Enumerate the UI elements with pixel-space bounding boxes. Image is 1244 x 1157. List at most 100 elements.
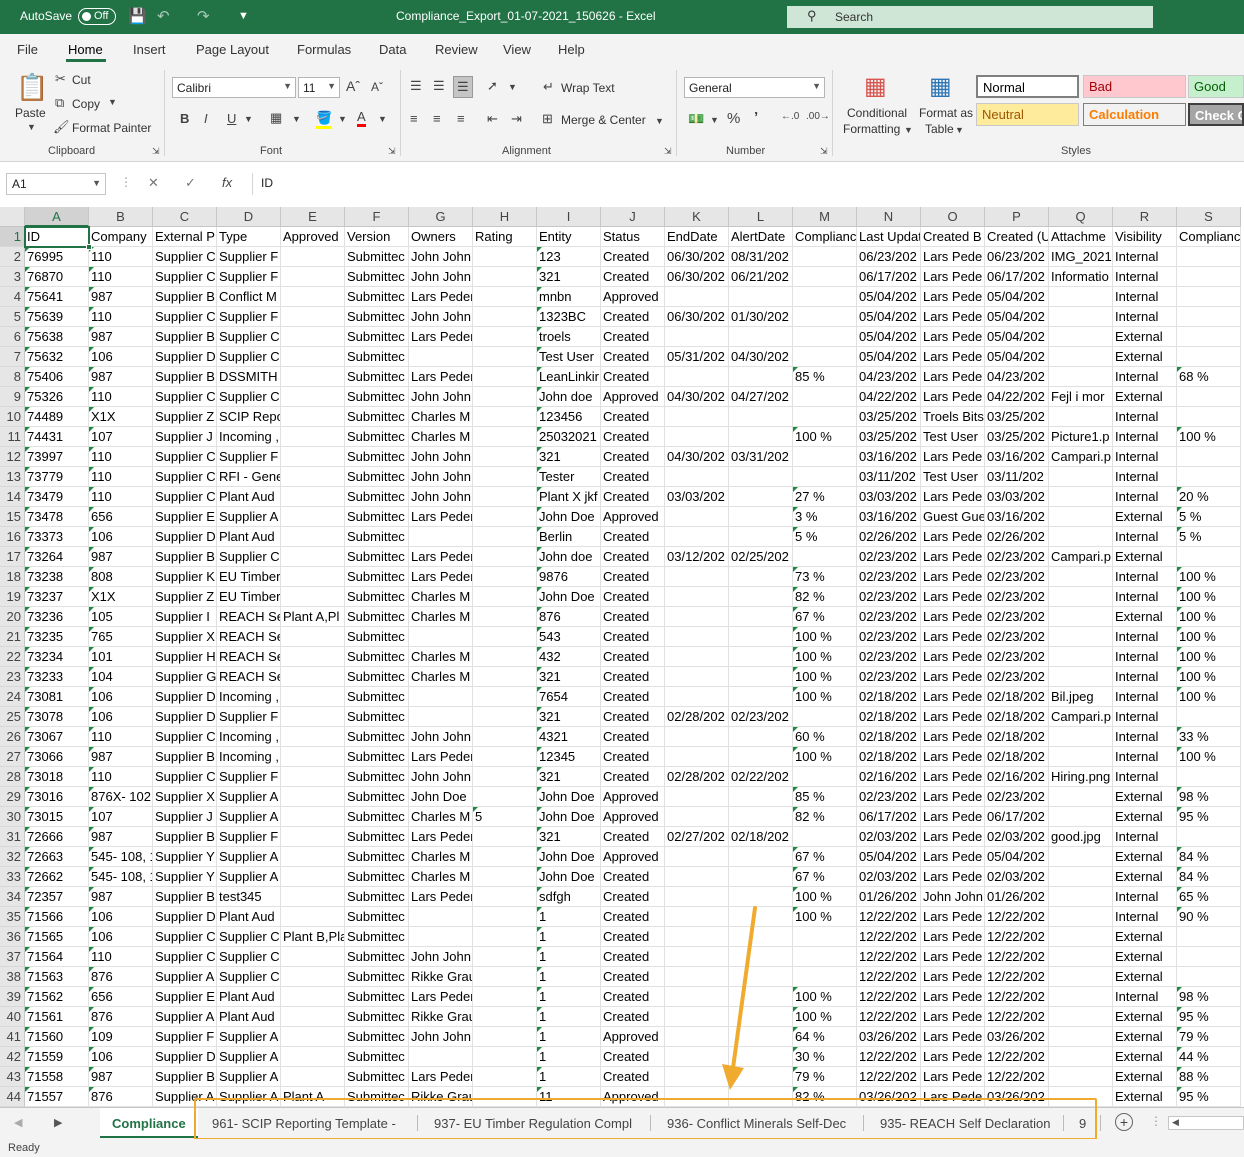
table-cell[interactable]: Submittec — [345, 367, 409, 387]
column-header-C[interactable]: C — [153, 207, 217, 227]
table-cell[interactable] — [473, 867, 537, 887]
table-cell[interactable]: Supplier C — [217, 947, 281, 967]
table-cell[interactable]: 100 % — [793, 887, 857, 907]
table-cell[interactable]: 1 — [537, 987, 601, 1007]
table-cell[interactable]: 100 % — [793, 627, 857, 647]
table-cell[interactable]: 110 — [89, 467, 153, 487]
table-cell[interactable]: 987 — [89, 547, 153, 567]
table-cell[interactable] — [473, 967, 537, 987]
table-cell[interactable]: 30 % — [793, 1047, 857, 1067]
table-cell[interactable]: 71562 — [25, 987, 89, 1007]
table-cell[interactable] — [793, 307, 857, 327]
number-launcher-icon[interactable]: ⇲ — [820, 146, 828, 157]
align-center-icon[interactable]: ≡ — [433, 111, 441, 126]
table-cell[interactable]: Supplier A — [217, 1067, 281, 1087]
table-cell[interactable]: Created — [601, 727, 665, 747]
table-cell[interactable] — [729, 1087, 793, 1107]
table-cell[interactable]: Troels Bits — [921, 407, 985, 427]
table-cell[interactable]: 06/30/202 — [665, 267, 729, 287]
table-cell[interactable]: 73236 — [25, 607, 89, 627]
table-cell[interactable] — [473, 827, 537, 847]
table-cell[interactable]: 03/03/202 — [985, 487, 1049, 507]
row-header[interactable]: 15 — [0, 507, 25, 527]
table-cell[interactable]: Supplier A — [217, 507, 281, 527]
table-cell[interactable]: Lars Pede — [921, 767, 985, 787]
table-cell[interactable] — [281, 1067, 345, 1087]
row-header[interactable]: 17 — [0, 547, 25, 567]
table-cell[interactable]: External — [1113, 387, 1177, 407]
table-cell[interactable]: External — [1113, 947, 1177, 967]
table-cell[interactable]: Created — [601, 487, 665, 507]
table-cell[interactable]: 02/23/202 — [729, 707, 793, 727]
tab-help[interactable]: Help — [558, 42, 585, 57]
table-cell[interactable]: 106 — [89, 1047, 153, 1067]
table-cell[interactable]: 85 % — [793, 787, 857, 807]
table-cell[interactable]: 100 % — [793, 427, 857, 447]
table-cell[interactable]: Supplier C — [153, 767, 217, 787]
underline-icon[interactable]: U — [227, 111, 236, 126]
row-header[interactable]: 30 — [0, 807, 25, 827]
table-cell[interactable]: Supplier A — [153, 967, 217, 987]
header-cell[interactable]: EndDate — [665, 227, 729, 247]
table-cell[interactable] — [1049, 1087, 1113, 1107]
table-cell[interactable] — [281, 707, 345, 727]
table-cell[interactable]: Lars Pede — [921, 807, 985, 827]
table-cell[interactable]: 68 % — [1177, 367, 1241, 387]
table-cell[interactable]: 100 % — [1177, 607, 1241, 627]
table-cell[interactable]: 04/30/202 — [665, 387, 729, 407]
table-cell[interactable] — [473, 307, 537, 327]
cut-button[interactable]: Cut — [72, 73, 91, 87]
table-cell[interactable]: Supplier Z — [153, 407, 217, 427]
table-cell[interactable] — [1049, 407, 1113, 427]
table-cell[interactable] — [473, 687, 537, 707]
table-cell[interactable]: 03/16/202 — [857, 447, 921, 467]
table-cell[interactable] — [473, 607, 537, 627]
column-header-J[interactable]: J — [601, 207, 665, 227]
header-cell[interactable]: Status — [601, 227, 665, 247]
table-cell[interactable]: 73078 — [25, 707, 89, 727]
table-cell[interactable] — [473, 447, 537, 467]
table-cell[interactable]: Submittec — [345, 447, 409, 467]
table-cell[interactable]: 73067 — [25, 727, 89, 747]
row-header[interactable]: 8 — [0, 367, 25, 387]
row-header[interactable]: 38 — [0, 967, 25, 987]
table-cell[interactable]: Berlin — [537, 527, 601, 547]
table-cell[interactable]: Created — [601, 367, 665, 387]
table-cell[interactable]: 72666 — [25, 827, 89, 847]
table-cell[interactable]: External — [1113, 607, 1177, 627]
table-cell[interactable]: 73237 — [25, 587, 89, 607]
table-cell[interactable] — [1049, 467, 1113, 487]
table-cell[interactable]: 432 — [537, 647, 601, 667]
table-cell[interactable] — [1177, 967, 1241, 987]
orientation-icon[interactable]: ➚ — [487, 78, 498, 94]
table-cell[interactable]: Plant A,Pl — [281, 607, 345, 627]
table-cell[interactable]: Supplier D — [153, 707, 217, 727]
table-cell[interactable] — [1177, 387, 1241, 407]
conditional-formatting-icon[interactable]: ▦ — [864, 72, 887, 101]
table-cell[interactable]: Test User — [537, 347, 601, 367]
table-cell[interactable]: 71564 — [25, 947, 89, 967]
header-cell[interactable]: External P — [153, 227, 217, 247]
scroll-left-icon[interactable]: ◀ — [1172, 1117, 1179, 1128]
table-cell[interactable]: 82 % — [793, 1087, 857, 1107]
decrease-font-icon[interactable]: Aˇ — [371, 80, 383, 94]
tab-review[interactable]: Review — [435, 42, 478, 57]
table-cell[interactable] — [665, 287, 729, 307]
table-cell[interactable]: 02/18/202 — [985, 747, 1049, 767]
table-cell[interactable]: Plant B,Pla — [281, 927, 345, 947]
table-cell[interactable] — [281, 1027, 345, 1047]
table-cell[interactable]: Lars Pede — [921, 847, 985, 867]
table-cell[interactable]: Lars Peder — [409, 367, 473, 387]
table-cell[interactable] — [473, 927, 537, 947]
table-cell[interactable] — [473, 467, 537, 487]
table-cell[interactable]: 05/04/202 — [857, 287, 921, 307]
table-cell[interactable]: Supplier A — [217, 867, 281, 887]
table-cell[interactable]: 109 — [89, 1027, 153, 1047]
table-cell[interactable]: 04/30/202 — [729, 347, 793, 367]
table-cell[interactable]: Lars Pede — [921, 487, 985, 507]
table-cell[interactable]: 110 — [89, 727, 153, 747]
table-cell[interactable]: Lars Pede — [921, 1087, 985, 1107]
increase-decimal-icon[interactable]: ←.0 — [781, 111, 799, 122]
table-cell[interactable]: Submittec — [345, 427, 409, 447]
bold-icon[interactable]: B — [180, 111, 189, 126]
